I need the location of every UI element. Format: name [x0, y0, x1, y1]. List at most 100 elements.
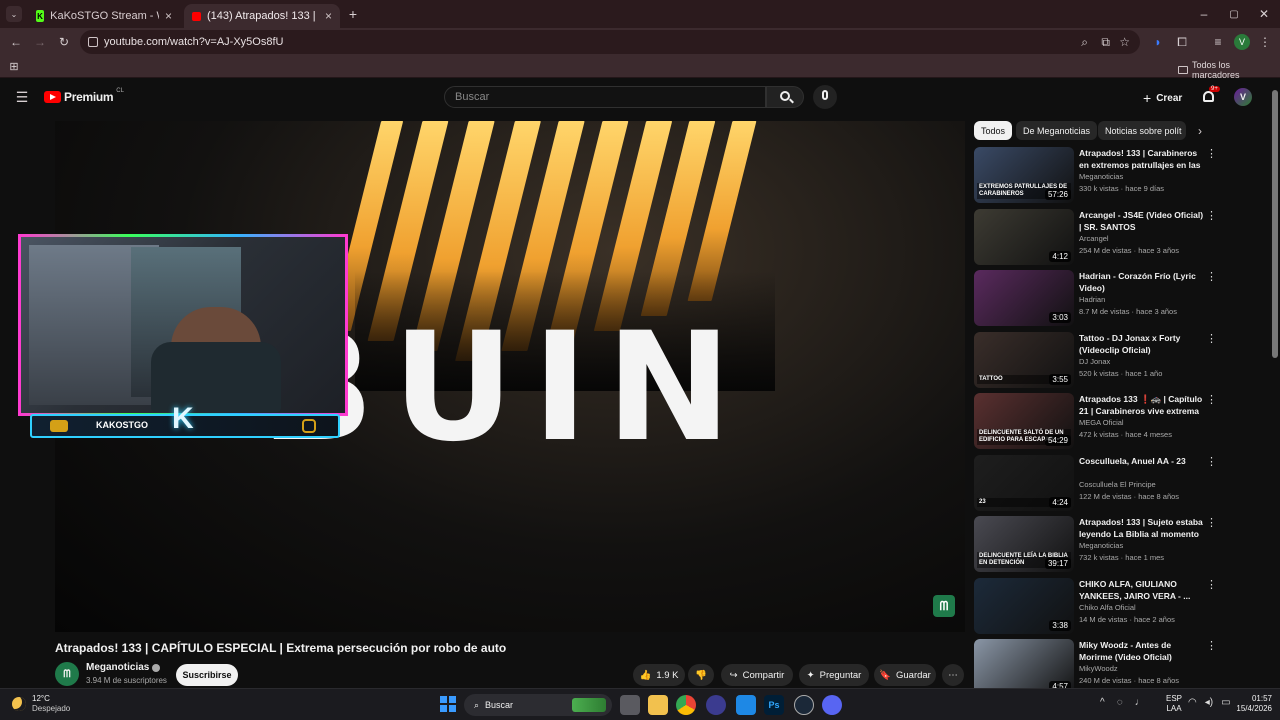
steam-icon[interactable]: [794, 695, 814, 715]
recommendation-channel[interactable]: Cosculluela El Principe: [1079, 480, 1156, 489]
recommendation-title[interactable]: Atrapados! 133 | Sujeto estaba leyendo L…: [1079, 516, 1204, 540]
recommendation-channel[interactable]: Arcangel: [1079, 234, 1109, 243]
start-button[interactable]: [440, 696, 456, 712]
more-vertical-icon[interactable]: ⋮: [1206, 270, 1217, 283]
channel-avatar[interactable]: ᗰ: [55, 662, 79, 686]
save-button[interactable]: 🔖 Guardar: [874, 664, 936, 686]
account-avatar[interactable]: V: [1234, 88, 1252, 106]
taskbar-search[interactable]: ⌕ Buscar: [464, 694, 612, 716]
recommendation-item[interactable]: DELINCUENTE LEÍA LA BIBLIA EN DETENCIÓN 3…: [974, 516, 1217, 572]
recommendation-channel[interactable]: MEGA Oficial: [1079, 418, 1124, 427]
video-thumbnail[interactable]: 23 4:24: [974, 454, 1074, 511]
more-vertical-icon[interactable]: ⋮: [1206, 516, 1217, 529]
recommendation-channel[interactable]: Meganoticias: [1079, 541, 1123, 550]
recommendation-item[interactable]: 4:12 Arcangel - JS4E (Video Oficial) | SR…: [974, 208, 1217, 265]
forward-arrow-icon[interactable]: →: [32, 34, 48, 50]
youtube-logo[interactable]: Premium CL: [44, 88, 124, 104]
minimize-button[interactable]: –: [1196, 6, 1212, 22]
video-thumbnail[interactable]: 4:57: [974, 639, 1074, 695]
reload-icon[interactable]: ↻: [56, 34, 72, 50]
task-view-icon[interactable]: [620, 695, 640, 715]
close-icon[interactable]: ×: [325, 9, 332, 23]
file-explorer-icon[interactable]: [648, 695, 668, 715]
recommendation-item[interactable]: 23 4:24 Cosculluela, Anuel AA - 23 Coscullu…: [974, 454, 1217, 511]
close-icon[interactable]: ×: [165, 9, 172, 23]
hamburger-menu-icon[interactable]: ☰: [14, 89, 30, 105]
dislike-button[interactable]: 👎: [688, 664, 714, 686]
recommendation-item[interactable]: DELINCUENTE SALTÓ DE UN EDIFICIO PARA ES…: [974, 393, 1217, 449]
recommendation-channel[interactable]: DJ Jonax: [1079, 357, 1110, 366]
more-vertical-icon[interactable]: ⋮: [1206, 578, 1217, 591]
video-thumbnail[interactable]: DELINCUENTE LEÍA LA BIBLIA EN DETENCIÓN 3…: [974, 516, 1074, 572]
photoshop-icon[interactable]: Ps: [764, 695, 784, 715]
recommendation-channel[interactable]: Chiko Alfa Oficial: [1079, 603, 1136, 612]
recommendation-title[interactable]: Miky Woodz - Antes de Morirme (Video Ofi…: [1079, 639, 1204, 663]
recommendation-item[interactable]: 3:03 Hadrian - Corazón Frío (Lyric Video)…: [974, 270, 1217, 326]
recommendation-title[interactable]: Cosculluela, Anuel AA - 23: [1079, 455, 1204, 467]
recommendation-item[interactable]: 3:38 CHIKO ALFA, GIULIANO YANKEES, JAIRO …: [974, 577, 1217, 634]
tab-search-button[interactable]: ⌄: [6, 6, 22, 22]
like-button[interactable]: 👍 1.9 K: [633, 664, 685, 686]
ask-button[interactable]: ✦ Preguntar: [799, 664, 869, 686]
maximize-button[interactable]: ▢: [1226, 6, 1242, 22]
tab-kakostgo[interactable]: K KaKoSTGO Stream - Watch Live ×: [28, 4, 180, 28]
chip-de-meganoticias[interactable]: De Meganoticias: [1016, 121, 1098, 140]
chevron-right-icon[interactable]: ›: [1194, 124, 1206, 138]
bookmark-star-icon[interactable]: ☆: [1119, 35, 1130, 49]
channel-name[interactable]: Meganoticias: [86, 662, 161, 673]
page-scrollbar[interactable]: [1272, 90, 1278, 358]
tray-status-icons[interactable]: ◠ ◂) ▭: [1188, 697, 1231, 708]
recommendation-title[interactable]: Tattoo - DJ Jonax x Forty (Videoclip Ofi…: [1079, 332, 1204, 356]
subscribe-button[interactable]: Suscribirse: [176, 664, 238, 686]
more-vertical-icon[interactable]: ⋮: [1206, 393, 1217, 406]
site-info-icon[interactable]: [88, 37, 98, 47]
recommendation-title[interactable]: CHIKO ALFA, GIULIANO YANKEES, JAIRO VERA…: [1079, 578, 1204, 602]
microphone-icon[interactable]: [813, 85, 837, 109]
chrome-icon[interactable]: [676, 695, 696, 715]
search-button[interactable]: [766, 86, 804, 108]
app-f-icon[interactable]: [736, 695, 756, 715]
video-thumbnail[interactable]: DELINCUENTE SALTÓ DE UN EDIFICIO PARA ES…: [974, 393, 1074, 449]
menu-icon[interactable]: ⋮: [1258, 34, 1272, 50]
language-indicator[interactable]: ESP LAA: [1166, 694, 1182, 714]
recommendation-title[interactable]: Arcangel - JS4E (Video Oficial) | SR. SA…: [1079, 209, 1204, 233]
profile-avatar[interactable]: V: [1234, 34, 1250, 50]
more-actions-button[interactable]: ⋯: [942, 664, 964, 686]
recommendation-title[interactable]: Atrapados 133 ❗🚓 | Capítulo 21 | Carabin…: [1079, 393, 1204, 417]
address-bar[interactable]: youtube.com/watch?v=AJ-Xy5Os8fU ⌕ ⧉ ☆: [80, 30, 1140, 54]
recommendation-item[interactable]: 4:57 Miky Woodz - Antes de Morirme (Video…: [974, 639, 1217, 695]
notifications-bell-icon[interactable]: 9+: [1201, 86, 1220, 105]
new-tab-button[interactable]: +: [346, 6, 360, 22]
tab-youtube[interactable]: (143) Atrapados! 133 | CAPÍTULO ×: [184, 4, 340, 28]
app-icon[interactable]: [706, 695, 726, 715]
extension-icon[interactable]: ◗: [1150, 34, 1166, 50]
search-input[interactable]: Buscar: [444, 86, 766, 108]
more-vertical-icon[interactable]: ⋮: [1206, 147, 1217, 160]
create-button[interactable]: + Crear: [1143, 90, 1182, 106]
clock[interactable]: 01:57 15/4/2026: [1228, 694, 1272, 714]
more-vertical-icon[interactable]: ⋮: [1206, 332, 1217, 345]
more-vertical-icon[interactable]: ⋮: [1206, 209, 1217, 222]
install-icon[interactable]: ⧉: [1101, 35, 1110, 50]
recommendation-channel[interactable]: Meganoticias: [1079, 172, 1123, 181]
video-thumbnail[interactable]: 3:38: [974, 577, 1074, 634]
more-vertical-icon[interactable]: ⋮: [1206, 639, 1217, 652]
more-vertical-icon[interactable]: ⋮: [1206, 455, 1217, 468]
recommendation-title[interactable]: Atrapados! 133 | Carabineros en extremos…: [1079, 147, 1204, 171]
chip-noticias-politica[interactable]: Noticias sobre polít: [1098, 121, 1186, 140]
video-thumbnail[interactable]: EXTREMOS PATRULLAJES DE CARABINEROS 57:26: [974, 147, 1074, 203]
chip-todos[interactable]: Todos: [974, 121, 1013, 140]
tray-icons[interactable]: ^ ◌ ♩: [1100, 697, 1145, 708]
extensions-puzzle-icon[interactable]: ⧠: [1174, 34, 1190, 50]
all-bookmarks-button[interactable]: Todos los marcadores: [1178, 60, 1280, 80]
recommendation-title[interactable]: Hadrian - Corazón Frío (Lyric Video): [1079, 270, 1204, 294]
video-thumbnail[interactable]: TATTOO 3:55: [974, 331, 1074, 388]
weather-widget[interactable]: 12°C Despejado: [12, 694, 70, 714]
reading-list-icon[interactable]: ≡: [1210, 34, 1226, 50]
back-arrow-icon[interactable]: ←: [8, 34, 24, 50]
apps-grid-icon[interactable]: ⊞: [8, 60, 20, 73]
recommendation-channel[interactable]: Hadrian: [1079, 295, 1105, 304]
recommendation-item[interactable]: TATTOO 3:55 Tattoo - DJ Jonax x Forty (Vid…: [974, 331, 1217, 388]
recommendation-item[interactable]: EXTREMOS PATRULLAJES DE CARABINEROS 57:26…: [974, 147, 1217, 203]
video-thumbnail[interactable]: 4:12: [974, 208, 1074, 265]
